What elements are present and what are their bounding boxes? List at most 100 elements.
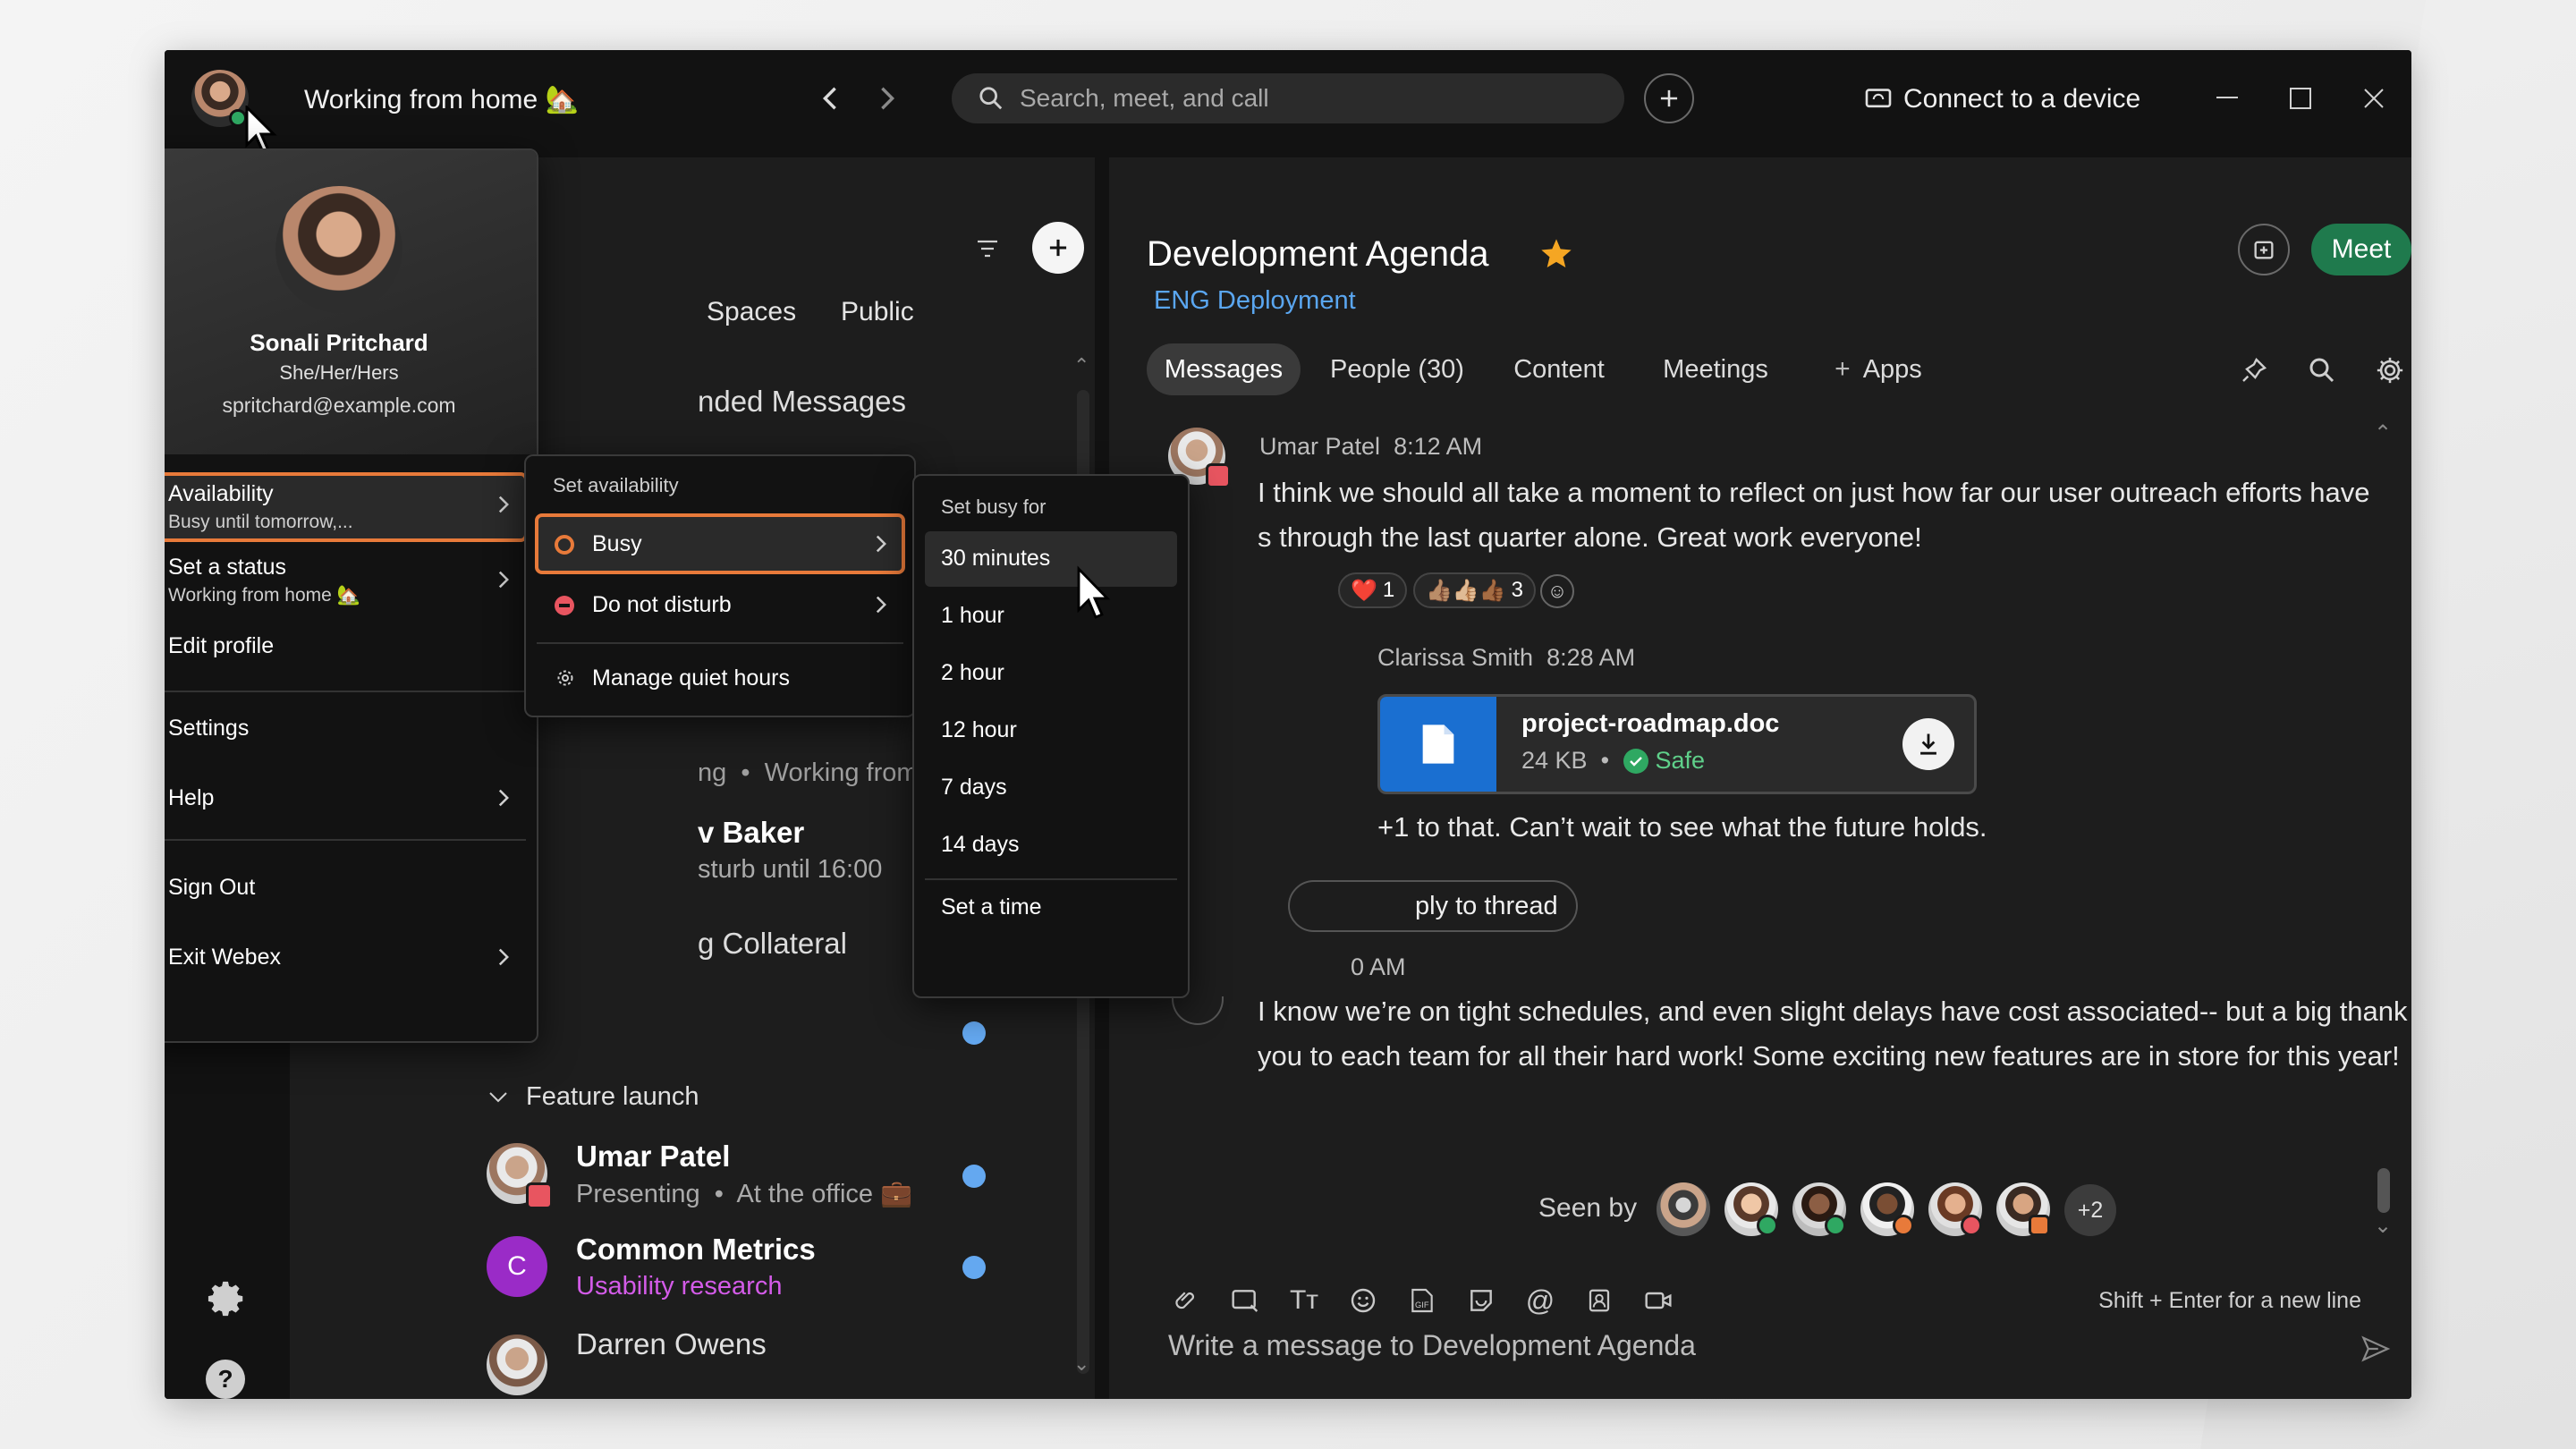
gif-icon[interactable]: GIF [1404, 1283, 1440, 1318]
send-icon[interactable] [2356, 1329, 2395, 1368]
add-reaction-icon[interactable]: ☺ [1540, 574, 1574, 608]
list-item-subtitle: Usability research [576, 1272, 783, 1301]
menu-item-set-status[interactable]: Set a status Working from home 🏡 [165, 546, 528, 619]
message-text: you to each team for all their hard work… [1258, 1040, 2400, 1072]
close-window-icon[interactable] [2358, 82, 2390, 114]
text-format-icon[interactable]: Tт [1286, 1283, 1322, 1318]
tab-apps[interactable]: + Apps [1816, 343, 1941, 395]
back-arrow-icon[interactable] [814, 82, 846, 114]
tab-people[interactable]: People (30) [1318, 343, 1476, 395]
add-to-calendar-icon[interactable] [2238, 224, 2290, 275]
new-plus-button[interactable] [1644, 73, 1694, 123]
chevron-right-icon [875, 594, 887, 620]
scroll-up-icon[interactable]: ⌃ [2374, 420, 2392, 446]
menu-item-help[interactable]: Help [165, 773, 528, 826]
safe-check-icon [1623, 748, 1648, 774]
menu-item-settings[interactable]: Settings [168, 716, 249, 741]
busy-option-30-minutes[interactable]: 30 minutes [925, 531, 1177, 587]
screenshot-icon[interactable] [1227, 1283, 1263, 1318]
dnd-badge [1961, 1215, 1982, 1236]
space-title: Development Agenda [1147, 234, 1489, 274]
search-input[interactable]: Search, meet, and call [952, 73, 1624, 123]
composer-hint: Shift + Enter for a new line [2098, 1288, 2361, 1313]
busy-option-12-hour[interactable]: 12 hour [941, 717, 1017, 743]
contact-card-icon[interactable] [1581, 1283, 1617, 1318]
recommended-messages-label[interactable]: nded Messages [698, 385, 906, 419]
minimize-window-icon[interactable] [2211, 82, 2243, 114]
list-scroll-up-icon[interactable]: ⌃ [1073, 354, 1089, 377]
presenting-badge [526, 1182, 553, 1209]
menu-item-do-not-disturb[interactable]: Do not disturb [535, 578, 905, 635]
message-composer-input[interactable]: Write a message to Development Agenda [1168, 1329, 2331, 1362]
sticker-icon[interactable] [1463, 1283, 1499, 1318]
meet-button[interactable]: Meet [2311, 224, 2411, 275]
tab-messages[interactable]: Messages [1147, 343, 1301, 395]
busy-option-2-hour[interactable]: 2 hour [941, 660, 1004, 686]
profile-email: spritchard@example.com [222, 394, 456, 417]
busy-option-set-time[interactable]: Set a time [941, 894, 1042, 920]
presence-dot [1825, 1215, 1846, 1236]
menu-item-edit-profile[interactable]: Edit profile [168, 633, 274, 659]
reaction-thumbs[interactable]: 👍🏽👍🏼👍🏾 3 [1413, 572, 1537, 608]
seen-by-avatars[interactable]: +2 [1657, 1182, 2157, 1240]
emoji-icon[interactable] [1345, 1283, 1381, 1318]
add-space-button[interactable] [1032, 222, 1084, 274]
menu-item-busy[interactable]: Busy [535, 513, 905, 574]
busy-duration-submenu: Set busy for 30 minutes 1 hour 2 hour 12… [912, 474, 1190, 998]
plus-icon: + [1835, 354, 1851, 384]
busy-option-1-hour[interactable]: 1 hour [941, 603, 1004, 629]
gear-icon[interactable] [204, 1275, 250, 1322]
svg-text:GIF: GIF [1415, 1301, 1429, 1309]
phone-badge [1893, 1215, 1914, 1236]
list-item[interactable]: Darren Owens [487, 1324, 1077, 1399]
seen-more-count[interactable]: +2 [2064, 1184, 2116, 1236]
scroll-down-icon[interactable]: ⌄ [2374, 1213, 2392, 1239]
list-item-baker-name[interactable]: v Baker [698, 816, 804, 850]
menu-item-availability[interactable]: Availability Busy until tomorrow,... [165, 472, 528, 542]
list-item-name: Darren Owens [576, 1327, 767, 1360]
menu-item-exit[interactable]: Exit Webex [165, 932, 528, 986]
attach-icon[interactable] [1168, 1283, 1204, 1318]
search-icon[interactable] [2304, 352, 2340, 388]
file-attachment-card[interactable]: project-roadmap.doc 24 KB • Safe [1377, 694, 1977, 794]
chevron-right-icon [497, 494, 510, 520]
filter-public[interactable]: Public [841, 297, 914, 327]
pin-icon[interactable] [2236, 352, 2272, 388]
busy-option-7-days[interactable]: 7 days [941, 775, 1007, 801]
help-icon[interactable]: ? [206, 1360, 245, 1399]
list-item-collateral[interactable]: g Collateral [698, 927, 847, 961]
message-scrollbar[interactable] [2377, 1168, 2390, 1213]
tab-meetings[interactable]: Meetings [1637, 343, 1794, 395]
message-text: I think we should all take a moment to r… [1258, 477, 2370, 508]
menu-item-quiet-hours[interactable]: Manage quiet hours [535, 649, 905, 707]
maximize-window-icon[interactable] [2284, 82, 2317, 114]
profile-name: Sonali Pritchard [250, 329, 428, 356]
menu-divider [165, 839, 526, 841]
video-message-icon[interactable] [1640, 1283, 1676, 1318]
team-link[interactable]: ENG Deployment [1154, 286, 1356, 316]
menu-divider [537, 642, 903, 644]
profile-pronouns: She/Her/Hers [279, 361, 399, 384]
menu-item-sign-out[interactable]: Sign Out [168, 875, 255, 901]
filter-icon[interactable] [970, 231, 1005, 267]
search-placeholder: Search, meet, and call [1020, 84, 1269, 112]
list-scroll-down-icon[interactable]: ⌄ [1073, 1352, 1089, 1376]
reply-to-thread-button[interactable]: ply to thread [1288, 880, 1578, 932]
filter-spaces[interactable]: Spaces [707, 297, 796, 327]
download-icon[interactable] [1902, 718, 1954, 770]
section-feature-launch[interactable]: Feature launch [488, 1082, 699, 1112]
list-item[interactable]: C Common Metrics Usability research [487, 1227, 1077, 1317]
forward-arrow-icon[interactable] [871, 82, 903, 114]
gear-icon[interactable] [2372, 352, 2408, 388]
unread-indicator [962, 1165, 986, 1188]
list-item[interactable]: Umar Patel Presenting • At the office 💼 [487, 1132, 1077, 1222]
list-item-name: Umar Patel [576, 1140, 731, 1173]
mention-icon[interactable]: @ [1522, 1283, 1558, 1318]
busy-option-14-days[interactable]: 14 days [941, 832, 1020, 858]
connect-device-button[interactable]: Connect to a device [1864, 84, 2140, 114]
reaction-heart[interactable]: ❤️ 1 [1338, 572, 1408, 608]
favorite-star-icon[interactable] [1538, 236, 1574, 276]
profile-photo [275, 186, 402, 313]
status-title[interactable]: Working from home 🏡 [304, 84, 579, 115]
tab-content[interactable]: Content [1492, 343, 1626, 395]
